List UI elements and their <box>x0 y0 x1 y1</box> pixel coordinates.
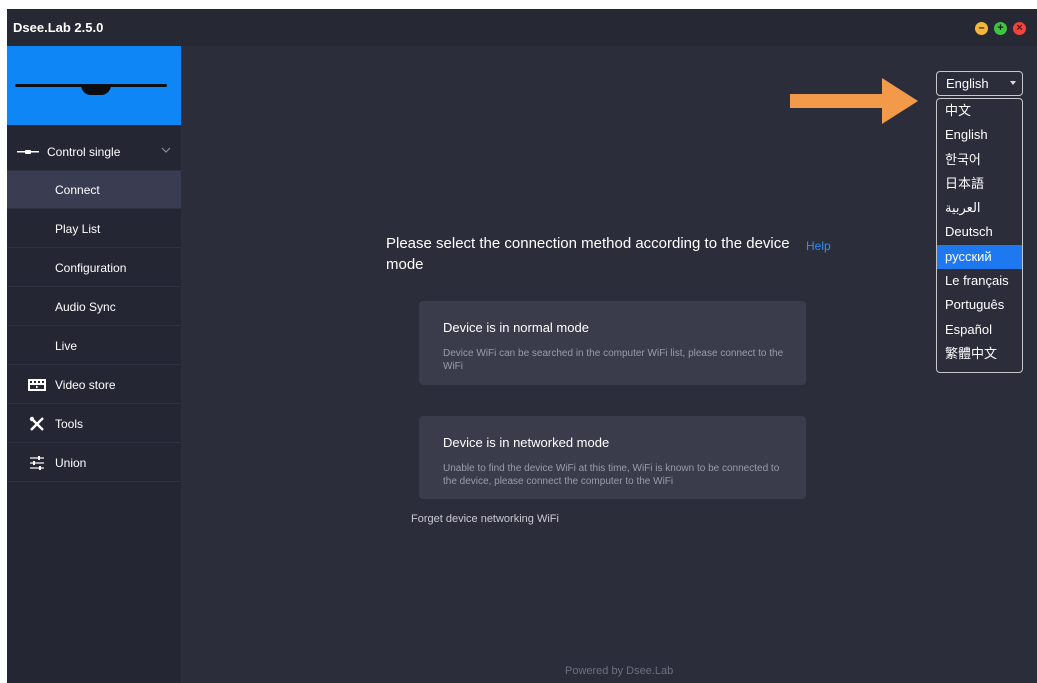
drone-hub-shape <box>81 84 111 95</box>
plus-icon: + <box>997 22 1004 34</box>
normal-mode-card[interactable]: Device is in normal mode Device WiFi can… <box>419 301 806 385</box>
sidebar-group-control-single[interactable]: Control single <box>7 133 181 171</box>
forget-wifi-link[interactable]: Forget device networking WiFi <box>411 513 559 525</box>
sidebar-item-label: Video store <box>55 377 116 392</box>
language-option[interactable]: 繁體中文 <box>937 342 1022 366</box>
card-description: Device WiFi can be searched in the compu… <box>443 348 784 372</box>
language-option-highlighted[interactable]: русский <box>937 244 1022 270</box>
chevron-down-icon <box>161 147 171 153</box>
sidebar-item-audio-sync[interactable]: Audio Sync <box>7 288 181 326</box>
sidebar-item-label: Live <box>55 338 78 353</box>
title-bar: Dsee.Lab 2.5.0 – + × <box>7 9 1037 46</box>
language-option[interactable]: English <box>937 123 1022 147</box>
networked-mode-card[interactable]: Device is in networked mode Unable to fi… <box>419 416 806 499</box>
language-option[interactable]: Deutsch <box>937 220 1022 244</box>
caret-down-icon <box>1010 81 1016 85</box>
help-link[interactable]: Help <box>806 239 831 253</box>
language-option[interactable]: Português <box>937 293 1022 317</box>
language-option[interactable]: Le français <box>937 269 1022 293</box>
sliders-icon <box>27 455 47 471</box>
language-option[interactable]: Español <box>937 318 1022 342</box>
main-panel: Please select the connection method acco… <box>181 46 1037 683</box>
card-description: Unable to find the device WiFi at this t… <box>443 463 780 487</box>
sidebar-item-video-store[interactable]: Video store <box>7 366 181 404</box>
sidebar: Control single Connect Play List Configu… <box>7 46 181 683</box>
sidebar-item-configuration[interactable]: Configuration <box>7 249 181 287</box>
sidebar-item-live[interactable]: Live <box>7 327 181 365</box>
close-icon: × <box>1016 22 1023 34</box>
language-select[interactable]: English <box>936 71 1023 96</box>
maximize-button[interactable]: + <box>994 22 1007 35</box>
app-window: Dsee.Lab 2.5.0 – + × Control single Conn… <box>7 9 1037 683</box>
sidebar-item-label: Audio Sync <box>55 299 116 314</box>
card-title: Device is in networked mode <box>443 435 610 450</box>
sidebar-item-play-list[interactable]: Play List <box>7 210 181 248</box>
language-option[interactable]: 한국어 <box>937 148 1022 172</box>
close-button[interactable]: × <box>1013 22 1026 35</box>
language-option[interactable]: العربية <box>937 196 1022 220</box>
page-heading: Please select the connection method acco… <box>386 235 790 273</box>
language-option[interactable]: 中文 <box>937 99 1022 123</box>
device-banner-image <box>7 46 181 125</box>
sidebar-item-label: Union <box>55 455 87 470</box>
language-dropdown-list: 中文 English 한국어 日本語 العربية Deutsch русск… <box>936 98 1023 373</box>
footer-text: Powered by Dsee.Lab <box>565 665 674 677</box>
arrow-right-icon <box>790 78 918 124</box>
sidebar-item-label: Tools <box>55 416 84 431</box>
language-select-value: English <box>946 76 989 91</box>
sidebar-item-union[interactable]: Union <box>7 444 181 482</box>
drone-icon <box>17 144 39 160</box>
minimize-button[interactable]: – <box>975 22 988 35</box>
sidebar-group-label: Control single <box>47 144 121 159</box>
tools-icon <box>27 416 47 432</box>
app-title: Dsee.Lab 2.5.0 <box>13 20 104 35</box>
sidebar-item-label: Connect <box>55 182 100 197</box>
card-title: Device is in normal mode <box>443 320 589 335</box>
language-option[interactable]: 日本語 <box>937 172 1022 196</box>
film-icon <box>27 377 47 393</box>
minus-icon: – <box>978 22 985 34</box>
sidebar-item-tools[interactable]: Tools <box>7 405 181 443</box>
sidebar-item-label: Configuration <box>55 260 127 275</box>
sidebar-item-label: Play List <box>55 221 101 236</box>
sidebar-item-connect[interactable]: Connect <box>7 171 181 209</box>
